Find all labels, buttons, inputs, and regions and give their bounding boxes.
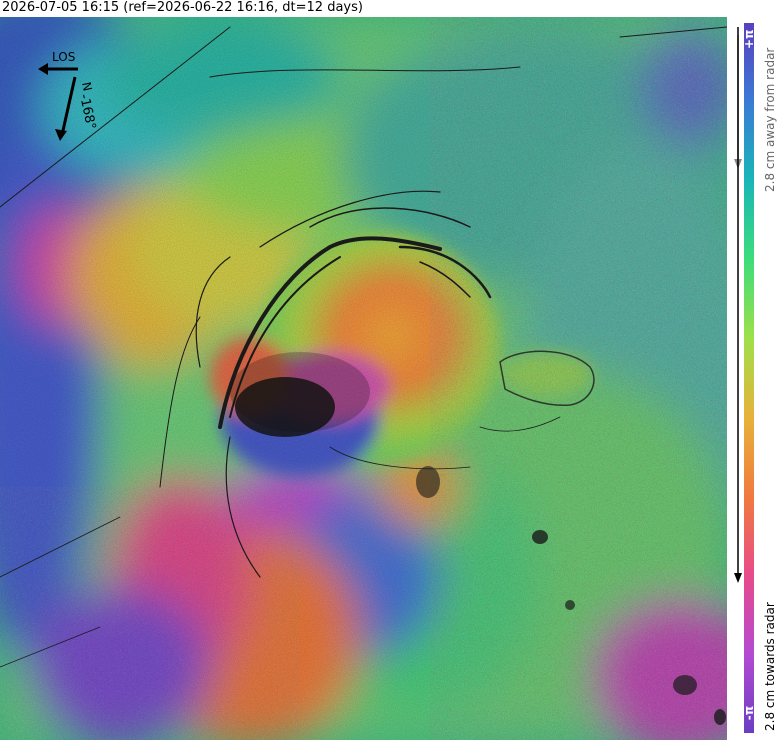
towards-label: 2.8 cm towards radar [763,602,777,731]
pit-crater [416,466,440,498]
map-title: 2026-07-05 16:15 (ref=2026-06-22 16:16, … [2,0,363,15]
interferogram-map: LOS N -168° [0,17,727,740]
interferogram-svg: LOS N -168° [0,17,727,740]
los-label: LOS [52,50,75,64]
towards-arrow-head [734,573,742,583]
colorbar: +π -π 2.8 cm away from radar 2.8 cm towa… [727,17,780,740]
away-label: 2.8 cm away from radar [763,47,777,192]
